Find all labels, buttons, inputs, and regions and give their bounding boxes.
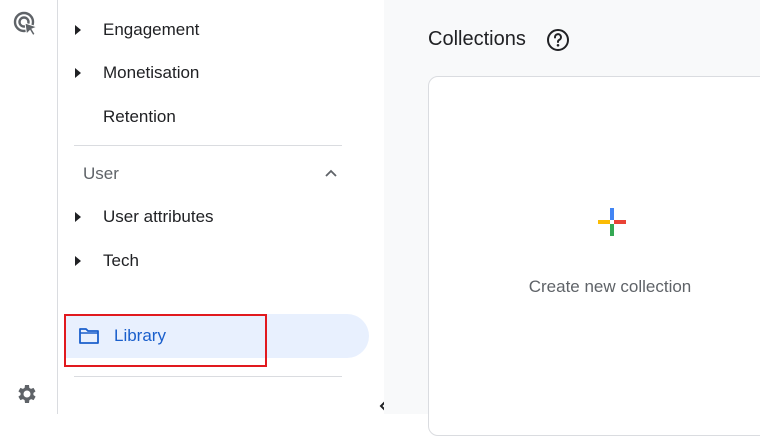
create-collection-card[interactable]: Create new collection [428,76,760,436]
caret-right-icon [75,212,81,222]
nav-item-label: Monetisation [103,63,200,82]
caret-right-icon [75,25,81,35]
gear-icon[interactable] [12,380,40,408]
icon-rail [0,0,58,414]
caret-right-icon [75,68,81,78]
nav-item-tech[interactable]: Tech [58,241,368,281]
nav-item-label: Retention [103,107,176,126]
main-content: Collections Create new collection [384,0,760,436]
divider [74,376,342,377]
create-collection-label: Create new collection [528,277,692,296]
page-title: Collections [428,28,526,50]
nav-item-label: Tech [103,251,139,270]
nav-item-user-attributes[interactable]: User attributes [58,197,368,237]
caret-right-icon [75,256,81,266]
highlight-annotation-box [64,314,267,367]
google-plus-icon [598,208,626,236]
help-circle-icon[interactable] [546,28,570,52]
nav-item-label: Engagement [103,20,200,39]
section-header-user[interactable]: User [58,154,358,194]
nav-item-retention[interactable]: Retention [58,97,368,137]
nav-item-monetisation[interactable]: Monetisation [58,53,368,93]
chevron-up-icon[interactable] [324,166,338,180]
section-label: User [83,164,119,183]
nav-item-engagement[interactable]: Engagement [58,10,368,50]
nav-item-label: User attributes [103,207,214,226]
analytics-cursor-icon[interactable] [12,10,40,38]
divider [74,145,342,146]
